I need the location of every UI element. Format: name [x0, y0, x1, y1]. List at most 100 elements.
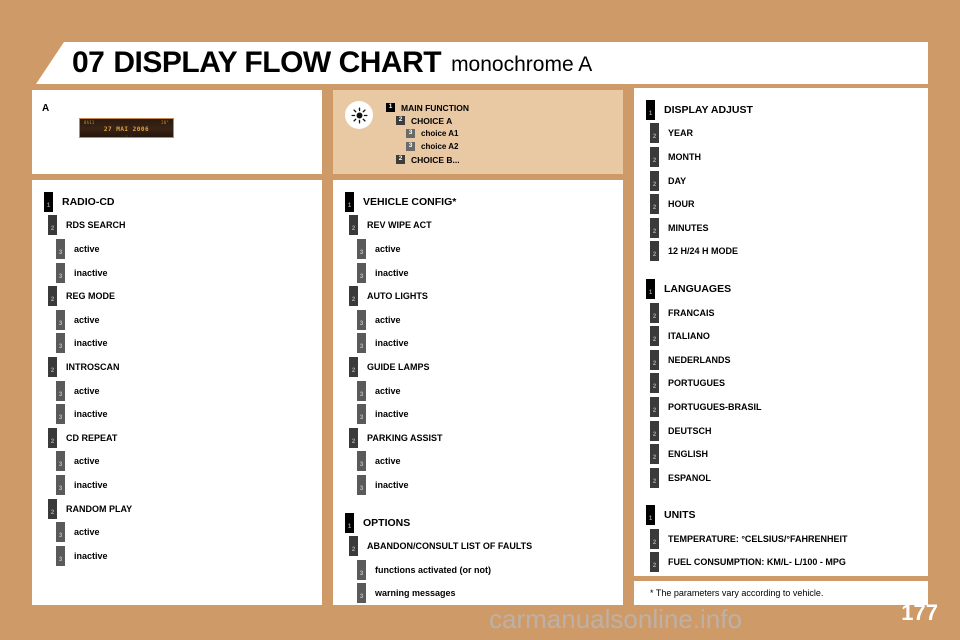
- flow-item-level-2[interactable]: 2 MINUTES: [650, 216, 928, 240]
- flow-item-level-2[interactable]: 2 GUIDE LAMPS: [349, 355, 623, 379]
- page-subtitle: monochrome A: [451, 52, 593, 76]
- level-badge-2: 2: [650, 123, 659, 144]
- page-title: DISPLAY FLOW CHART: [113, 46, 442, 79]
- flow-item-level-2[interactable]: 2 YEAR: [650, 122, 928, 146]
- flow-item-level-2[interactable]: 2 ITALIANO: [650, 324, 928, 348]
- flow-item-label: active: [375, 314, 401, 325]
- flow-item-level-2[interactable]: 2 FUEL CONSUMPTION: KM/L- L/100 - MPG: [650, 551, 928, 575]
- flow-item-level-2[interactable]: 2 DAY: [650, 169, 928, 193]
- flow-item-level-2[interactable]: 2 RANDOM PLAY: [48, 497, 322, 521]
- flow-item-level-3[interactable]: 3 inactive: [56, 332, 322, 356]
- flow-item-level-2[interactable]: 2 INTROSCAN: [48, 355, 322, 379]
- flow-item-level-1[interactable]: 1 VEHICLE CONFIG*: [345, 190, 623, 214]
- flow-item-level-3[interactable]: 3 inactive: [357, 261, 623, 285]
- level-badge-1: 1: [44, 191, 53, 212]
- flow-item-level-1[interactable]: 1 DISPLAY ADJUST: [646, 98, 928, 122]
- level-badge-1: 1: [646, 505, 655, 526]
- flow-item-level-2[interactable]: 2 RDS SEARCH: [48, 214, 322, 238]
- lcd-bottom-row: ∙ ∙∙ ∙: [121, 134, 132, 138]
- legend-level-badge-2: 2: [396, 155, 405, 164]
- flow-item-level-3[interactable]: 3 active: [357, 308, 623, 332]
- level-badge-3: 3: [56, 545, 65, 566]
- flow-item-level-2[interactable]: 2 ABANDON/CONSULT LIST OF FAULTS: [349, 534, 623, 558]
- flow-item-level-3[interactable]: 3 active: [56, 520, 322, 544]
- flow-item-label: ESPANOL: [668, 472, 711, 483]
- legend-line-label: CHOICE B...: [411, 154, 460, 165]
- flow-item-label: active: [74, 243, 100, 254]
- flow-item-label: INTROSCAN: [66, 361, 120, 372]
- flow-item-level-3[interactable]: 3 active: [357, 237, 623, 261]
- flow-item-label: warning messages: [375, 588, 456, 599]
- flow-item-level-3[interactable]: 3 inactive: [357, 402, 623, 426]
- flow-item-label: YEAR: [668, 128, 694, 139]
- flow-item-level-2[interactable]: 2 CD REPEAT: [48, 426, 322, 450]
- flow-item-level-2[interactable]: 2 PARKING ASSIST: [349, 426, 623, 450]
- flow-item-label: DISPLAY ADJUST: [664, 103, 753, 116]
- level-badge-3: 3: [357, 559, 366, 580]
- flow-item-level-3[interactable]: 3 active: [357, 450, 623, 474]
- flow-item-level-1[interactable]: 1 UNITS: [646, 504, 928, 528]
- flow-item-level-3[interactable]: 3 inactive: [357, 332, 623, 356]
- flow-item-level-3[interactable]: 3 active: [56, 450, 322, 474]
- flow-item-level-2[interactable]: 2 DEUTSCH: [650, 419, 928, 443]
- flow-item-level-2[interactable]: 2 ENGLISH: [650, 442, 928, 466]
- flow-item-level-2[interactable]: 2 REG MODE: [48, 284, 322, 308]
- flow-item-level-2[interactable]: 2 PORTUGUES-BRASIL: [650, 395, 928, 419]
- flow-item-level-2[interactable]: 2 AUTO LIGHTS: [349, 284, 623, 308]
- level-badge-2: 2: [48, 215, 57, 236]
- flow-column-middle: 1 VEHICLE CONFIG* 2 REV WIPE ACT 3 active 3 ina…: [333, 180, 623, 605]
- flow-column-left-list: 1 RADIO-CD 2 RDS SEARCH 3 active 3 inactive 2 REG…: [32, 180, 322, 568]
- flow-item-label: inactive: [74, 409, 108, 420]
- display-variant-letter: A: [42, 103, 50, 114]
- flow-item-label: inactive: [74, 267, 108, 278]
- level-badge-2: 2: [650, 146, 659, 167]
- flow-item-level-2[interactable]: 2 MONTH: [650, 145, 928, 169]
- level-badge-3: 3: [56, 404, 65, 425]
- flow-item-label: TEMPERATURE: °CELSIUS/°FAHRENHEIT: [668, 533, 848, 544]
- level-badge-2: 2: [650, 396, 659, 417]
- legend-line-list: 1 MAIN FUNCTION 2 CHOICE A 3 choice A1 3 choice…: [386, 101, 469, 166]
- flow-item-level-3[interactable]: 3 inactive: [56, 402, 322, 426]
- flow-item-level-1[interactable]: 1 OPTIONS: [345, 511, 623, 535]
- flow-item-label: REG MODE: [66, 291, 116, 302]
- flow-item-label: NEDERLANDS: [668, 354, 731, 365]
- flow-item-level-3[interactable]: 3 inactive: [357, 473, 623, 497]
- flow-item-level-2[interactable]: 2 ESPANOL: [650, 466, 928, 490]
- flow-item-level-2[interactable]: 2 REV WIPE ACT: [349, 214, 623, 238]
- flow-item-level-3[interactable]: 3 active: [56, 379, 322, 403]
- flow-item-level-2[interactable]: 2 FRANCAIS: [650, 301, 928, 325]
- flow-item-level-3[interactable]: 3 inactive: [56, 473, 322, 497]
- flow-item-level-2[interactable]: 2 TEMPERATURE: °CELSIUS/°FAHRENHEIT: [650, 527, 928, 551]
- flow-item-level-3[interactable]: 3 inactive: [56, 544, 322, 568]
- flow-item-level-3[interactable]: 3 warning messages: [357, 582, 623, 606]
- flow-item-label: PARKING ASSIST: [367, 432, 443, 443]
- level-badge-3: 3: [56, 238, 65, 259]
- flow-item-level-3[interactable]: 3 inactive: [56, 261, 322, 285]
- flow-item-level-1[interactable]: 1 RADIO-CD: [44, 190, 322, 214]
- level-badge-3: 3: [56, 309, 65, 330]
- flow-item-level-3[interactable]: 3 active: [357, 379, 623, 403]
- flow-item-label: MINUTES: [668, 222, 709, 233]
- flow-item-label: active: [74, 385, 100, 396]
- flow-item-level-2[interactable]: 2 HOUR: [650, 192, 928, 216]
- flow-item-label: inactive: [74, 338, 108, 349]
- flow-item-level-3[interactable]: 3 functions activated (or not): [357, 558, 623, 582]
- level-badge-2: 2: [650, 373, 659, 394]
- level-badge-3: 3: [56, 262, 65, 283]
- legend-line-label: choice A1: [421, 129, 459, 138]
- flow-item-level-3[interactable]: 3 active: [56, 308, 322, 332]
- legend-line: 3 choice A2: [406, 140, 469, 153]
- flow-item-level-2[interactable]: 2 NEDERLANDS: [650, 348, 928, 372]
- flow-item-level-3[interactable]: 3 active: [56, 237, 322, 261]
- flow-item-label: GUIDE LAMPS: [367, 361, 430, 372]
- flow-item-label: active: [375, 243, 401, 254]
- legend-line: 2 CHOICE A: [396, 114, 469, 127]
- flow-item-level-1[interactable]: 1 LANGUAGES: [646, 277, 928, 301]
- legend-level-badge-3: 3: [406, 142, 415, 151]
- flow-item-level-2[interactable]: 2 12 H/24 H MODE: [650, 240, 928, 264]
- level-badge-2: 2: [48, 498, 57, 519]
- flow-item-level-2[interactable]: 2 PORTUGUES: [650, 372, 928, 396]
- flow-item-label: OPTIONS: [363, 516, 411, 529]
- level-badge-2: 2: [650, 302, 659, 323]
- flow-item-label: active: [74, 456, 100, 467]
